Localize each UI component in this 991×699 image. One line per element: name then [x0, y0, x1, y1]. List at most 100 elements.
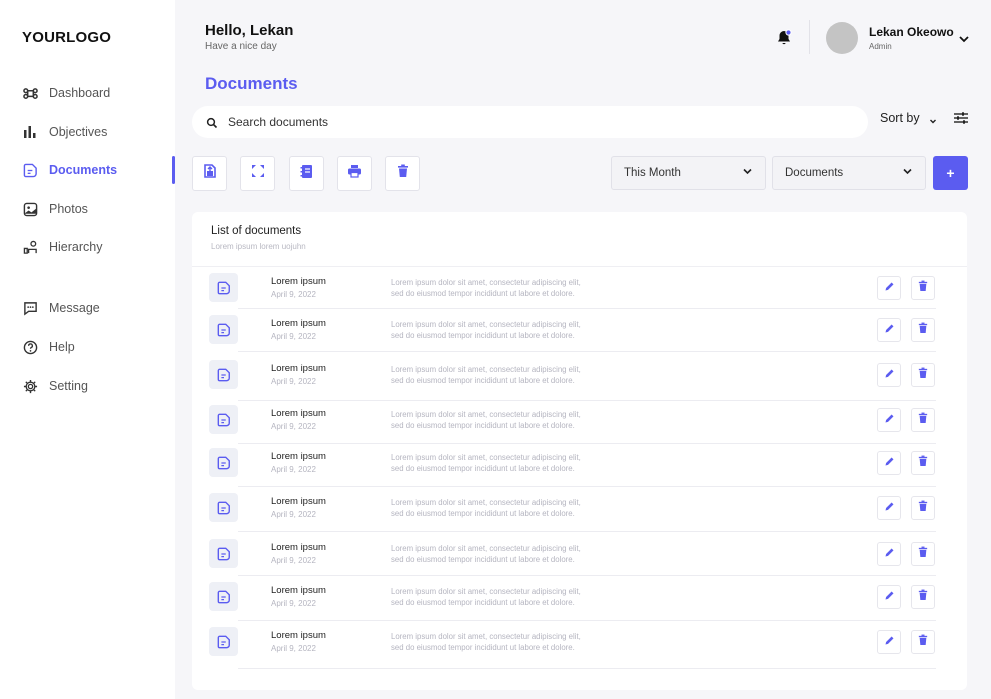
- sidebar-item-objectives[interactable]: Objectives: [0, 119, 175, 145]
- period-select[interactable]: This Month: [611, 156, 766, 190]
- sidebar-item-label: Objectives: [49, 125, 108, 139]
- notebook-button[interactable]: [289, 156, 324, 191]
- add-document-button[interactable]: +: [933, 156, 968, 190]
- logo: YOURLOGO: [22, 29, 112, 46]
- trash-icon: [918, 279, 928, 297]
- upload-document-button[interactable]: [192, 156, 227, 191]
- plus-icon: +: [946, 165, 955, 181]
- description-line-2: sed do eiusmod tempor incididunt ut labo…: [391, 421, 575, 430]
- edit-button[interactable]: [877, 542, 901, 566]
- document-description: Lorem ipsum dolor sit amet, consectetur …: [391, 319, 651, 341]
- user-name: Lekan Okeowo: [869, 25, 954, 39]
- edit-button[interactable]: [877, 363, 901, 387]
- delete-row-button[interactable]: [911, 585, 935, 609]
- list-subtitle: Lorem ipsum lorem uojuhn: [211, 242, 306, 251]
- print-button[interactable]: [337, 156, 372, 191]
- sidebar-item-label: Photos: [49, 202, 88, 216]
- document-name: Lorem ipsum: [271, 585, 326, 596]
- filter-sliders-icon[interactable]: [953, 110, 969, 126]
- edit-button[interactable]: [877, 276, 901, 300]
- sidebar-item-label: Message: [49, 301, 100, 315]
- edit-button[interactable]: [877, 585, 901, 609]
- description-line-2: sed do eiusmod tempor incididunt ut labo…: [391, 464, 575, 473]
- delete-row-button[interactable]: [911, 630, 935, 654]
- description-line-2: sed do eiusmod tempor incididunt ut labo…: [391, 555, 575, 564]
- period-select-value: This Month: [624, 167, 681, 179]
- description-line-1: Lorem ipsum dolor sit amet, consectetur …: [391, 365, 581, 374]
- document-date: April 9, 2022: [271, 290, 316, 299]
- delete-row-button[interactable]: [911, 451, 935, 475]
- document-description: Lorem ipsum dolor sit amet, consectetur …: [391, 452, 651, 474]
- search-icon: [206, 116, 218, 129]
- chevron-down-icon[interactable]: [958, 32, 970, 44]
- description-line-2: sed do eiusmod tempor incididunt ut labo…: [391, 289, 575, 298]
- description-line-1: Lorem ipsum dolor sit amet, consectetur …: [391, 544, 581, 553]
- document-date: April 9, 2022: [271, 377, 316, 386]
- document-description: Lorem ipsum dolor sit amet, consectetur …: [391, 631, 651, 653]
- sidebar-item-hierarchy[interactable]: Hierarchy: [0, 234, 175, 260]
- sidebar-item-label: Help: [49, 340, 75, 354]
- gear-icon: [22, 378, 38, 394]
- document-description: Lorem ipsum dolor sit amet, consectetur …: [391, 409, 651, 431]
- delete-row-button[interactable]: [911, 276, 935, 300]
- row-divider: [238, 486, 936, 487]
- row-divider: [238, 308, 936, 309]
- chevron-down-icon: [742, 166, 753, 180]
- edit-button[interactable]: [877, 318, 901, 342]
- delete-row-button[interactable]: [911, 318, 935, 342]
- edit-button[interactable]: [877, 630, 901, 654]
- document-date: April 9, 2022: [271, 599, 316, 608]
- row-divider: [238, 575, 936, 576]
- sort-dropdown[interactable]: Sort by: [880, 111, 937, 125]
- document-icon: [209, 582, 238, 611]
- delete-row-button[interactable]: [911, 363, 935, 387]
- search-bar: [192, 106, 868, 138]
- notebook-icon: [300, 164, 314, 184]
- row-divider: [238, 668, 936, 669]
- trash-icon: [918, 499, 928, 517]
- document-icon: [209, 539, 238, 568]
- trash-icon: [918, 588, 928, 606]
- message-icon: [22, 300, 38, 316]
- description-line-2: sed do eiusmod tempor incididunt ut labo…: [391, 643, 575, 652]
- notification-bell-icon[interactable]: [776, 29, 792, 47]
- edit-button[interactable]: [877, 408, 901, 432]
- delete-row-button[interactable]: [911, 408, 935, 432]
- sidebar-item-help[interactable]: Help: [0, 334, 175, 360]
- photo-icon: [22, 201, 38, 217]
- upload-document-icon: [202, 163, 218, 184]
- help-icon: [22, 339, 38, 355]
- chevron-down-icon: [929, 114, 937, 124]
- description-line-2: sed do eiusmod tempor incididunt ut labo…: [391, 598, 575, 607]
- type-select[interactable]: Documents: [772, 156, 926, 190]
- delete-row-button[interactable]: [911, 542, 935, 566]
- search-input[interactable]: [228, 115, 788, 129]
- page-title: Documents: [205, 74, 298, 93]
- pencil-icon: [884, 499, 895, 517]
- greeting: Hello, Lekan: [205, 22, 294, 39]
- expand-arrows-icon: [251, 164, 265, 183]
- delete-button[interactable]: [385, 156, 420, 191]
- sidebar-item-photos[interactable]: Photos: [0, 196, 175, 222]
- sidebar-item-label: Dashboard: [49, 86, 111, 100]
- document-description: Lorem ipsum dolor sit amet, consectetur …: [391, 586, 651, 608]
- printer-icon: [347, 164, 362, 183]
- document-name: Lorem ipsum: [271, 363, 326, 374]
- sidebar-item-message[interactable]: Message: [0, 295, 175, 321]
- document-name: Lorem ipsum: [271, 542, 326, 553]
- expand-button[interactable]: [240, 156, 275, 191]
- sidebar-item-documents[interactable]: Documents: [0, 156, 175, 184]
- document-date: April 9, 2022: [271, 510, 316, 519]
- edit-button[interactable]: [877, 496, 901, 520]
- delete-row-button[interactable]: [911, 496, 935, 520]
- list-title: List of documents: [211, 225, 302, 237]
- sidebar-item-setting[interactable]: Setting: [0, 373, 175, 399]
- document-date: April 9, 2022: [271, 556, 316, 565]
- edit-button[interactable]: [877, 451, 901, 475]
- command-icon: [22, 85, 38, 101]
- document-name: Lorem ipsum: [271, 318, 326, 329]
- row-divider: [238, 400, 936, 401]
- sidebar-item-dashboard[interactable]: Dashboard: [0, 80, 175, 106]
- description-line-1: Lorem ipsum dolor sit amet, consectetur …: [391, 453, 581, 462]
- avatar[interactable]: [826, 22, 858, 54]
